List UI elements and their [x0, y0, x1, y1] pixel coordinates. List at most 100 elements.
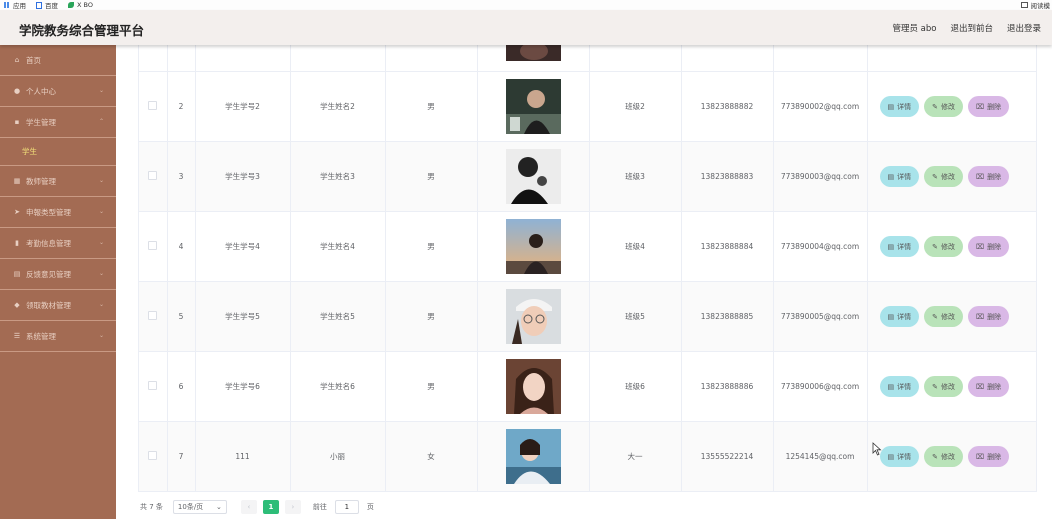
button-label: 修改: [941, 242, 955, 251]
row-checkbox[interactable]: [148, 241, 158, 250]
sidebar-item-textbook-mgmt[interactable]: ◆ 领取教材管理 ⌄: [0, 290, 116, 321]
chevron-left-icon: ‹: [247, 503, 251, 511]
actions-cell: ▤ 详情 ✎ 修改 ⌧ 删除: [867, 71, 1036, 142]
edit-button[interactable]: ✎ 修改: [924, 376, 963, 397]
edit-button[interactable]: ✎ 修改: [924, 96, 963, 117]
chevron-down-icon: ⌄: [98, 177, 104, 184]
chevron-down-icon: ⌄: [98, 301, 104, 308]
student-no-cell: 学生学号2: [195, 71, 291, 142]
table-row: 5 学生学号5 学生姓名5 男 班级5 13823888885 77389000…: [139, 281, 1036, 352]
app-title: 学院教务综合管理平台: [19, 23, 145, 38]
class-cell: 大一: [589, 421, 682, 492]
table-row: 6 学生学号6 学生姓名6 男 班级6 13823888886 77389000…: [139, 351, 1036, 422]
sidebar-item-label: 领取教材管理: [26, 300, 71, 310]
sidebar-item-teacher-mgmt[interactable]: ▦ 教师管理 ⌄: [0, 166, 116, 197]
gender-cell: 男: [385, 351, 478, 422]
email-cell: 773890002@qq.com: [773, 71, 868, 142]
bookmark-baidu[interactable]: 百度: [36, 0, 58, 10]
sidebar-item-apply-type-mgmt[interactable]: ➤ 申報类型管理 ⌄: [0, 197, 116, 228]
prev-page-button[interactable]: ‹: [240, 500, 257, 514]
reading-list-icon: [1020, 2, 1028, 8]
row-checkbox[interactable]: [148, 451, 158, 460]
phone-cell: 13823888886: [681, 351, 774, 422]
avatar-cell: [477, 351, 590, 422]
next-page-button[interactable]: ›: [284, 500, 301, 514]
back-to-front-link[interactable]: 退出到前台: [950, 22, 993, 34]
class-cell: 班级5: [589, 281, 682, 352]
edit-button[interactable]: ✎ 修改: [924, 306, 963, 327]
page-icon: [36, 1, 42, 9]
cell: [167, 45, 196, 72]
detail-button[interactable]: ▤ 详情: [879, 166, 920, 187]
button-label: 详情: [897, 452, 912, 461]
cell: [589, 45, 682, 72]
delete-button[interactable]: ⌧ 删除: [968, 306, 1010, 327]
phone-cell: 13555522214: [681, 421, 774, 492]
sidebar-item-label: 系统管理: [26, 331, 56, 341]
edit-button[interactable]: ✎ 修改: [924, 446, 963, 467]
leaf-icon: [68, 2, 74, 8]
trash-icon: ⌧: [976, 172, 985, 181]
avatar-image: [505, 149, 561, 204]
button-label: 删除: [987, 312, 1002, 321]
student-name-cell: 学生姓名6: [290, 351, 386, 422]
button-label: 删除: [987, 172, 1002, 181]
sidebar-item-attendance-mgmt[interactable]: ▮ 考勤信息管理 ⌄: [0, 228, 116, 259]
sidebar-subitem-students[interactable]: 学生: [0, 138, 116, 166]
goto-page-input[interactable]: 1: [334, 500, 359, 514]
avatar-image: [505, 429, 561, 484]
bookmark-apps[interactable]: 应用: [4, 0, 26, 10]
student-name-cell: 学生姓名3: [290, 141, 386, 212]
sidebar-item-system-mgmt[interactable]: ☰ 系统管理 ⌄: [0, 321, 116, 352]
email-cell: 1254145@qq.com: [773, 421, 868, 492]
admin-label[interactable]: 管理员 abo: [892, 22, 936, 34]
delete-button[interactable]: ⌧ 删除: [968, 376, 1010, 397]
edit-button[interactable]: ✎ 修改: [924, 166, 963, 187]
delete-button[interactable]: ⌧ 删除: [968, 236, 1010, 257]
select-cell: [139, 71, 168, 142]
sidebar-item-profile[interactable]: ● 个人中心 ⌄: [0, 76, 116, 107]
sidebar-item-feedback-mgmt[interactable]: ▤ 反馈意见管理 ⌄: [0, 259, 116, 290]
avatar-image: [505, 219, 561, 274]
logout-link[interactable]: 退出登录: [1007, 22, 1041, 34]
detail-button[interactable]: ▤ 详情: [879, 446, 920, 467]
actions-cell: ▤ 详情 ✎ 修改 ⌧ 删除: [867, 281, 1036, 352]
button-label: 详情: [897, 172, 912, 181]
document-icon: ▤: [887, 172, 895, 181]
detail-button[interactable]: ▤ 详情: [879, 306, 920, 327]
select-cell: [139, 141, 168, 212]
phone-cell: 13823888883: [681, 141, 774, 212]
delete-button[interactable]: ⌧ 删除: [968, 446, 1010, 467]
avatar-cell: [477, 71, 590, 142]
detail-button[interactable]: ▤ 详情: [879, 236, 920, 257]
sidebar-subitem-label: 学生: [22, 147, 37, 156]
send-icon: ➤: [14, 208, 20, 216]
detail-button[interactable]: ▤ 详情: [879, 376, 920, 397]
email-cell: 773890004@qq.com: [773, 211, 868, 282]
page-number-current[interactable]: 1: [262, 500, 279, 514]
sidebar-item-student-mgmt[interactable]: ▪ 学生管理 ⌃: [0, 107, 116, 138]
sidebar: ⌂ 首页 ● 个人中心 ⌄ ▪ 学生管理 ⌃ 学生 ▦ 教师管理 ⌄ ➤ 申報类…: [0, 45, 116, 519]
detail-button[interactable]: ▤ 详情: [879, 96, 920, 117]
email-cell: 773890003@qq.com: [773, 141, 868, 212]
delete-button[interactable]: ⌧ 删除: [968, 96, 1010, 117]
index-cell: 6: [167, 351, 196, 422]
row-checkbox[interactable]: [148, 381, 158, 390]
edit-button[interactable]: ✎ 修改: [924, 236, 963, 257]
reading-mode[interactable]: 阅读模: [1020, 0, 1050, 10]
class-cell: 班级3: [589, 141, 682, 212]
row-checkbox[interactable]: [148, 311, 158, 320]
row-checkbox[interactable]: [148, 101, 158, 110]
sidebar-item-home[interactable]: ⌂ 首页: [0, 45, 116, 76]
bookmark-xbo[interactable]: X BO: [68, 1, 93, 9]
index-cell: 5: [167, 281, 196, 352]
gender-cell: 男: [385, 281, 478, 352]
delete-button[interactable]: ⌧ 删除: [968, 166, 1010, 187]
main-content: 2 学生学号2 学生姓名2 男 班级2 13823888882 77389000…: [116, 45, 1052, 519]
chevron-right-icon: ›: [291, 503, 295, 511]
row-checkbox[interactable]: [148, 171, 158, 180]
page-size-select[interactable]: 10条/页 ⌄: [172, 500, 227, 514]
button-label: 删除: [987, 452, 1002, 461]
index-cell: 3: [167, 141, 196, 212]
student-no-cell: 学生学号3: [195, 141, 291, 212]
